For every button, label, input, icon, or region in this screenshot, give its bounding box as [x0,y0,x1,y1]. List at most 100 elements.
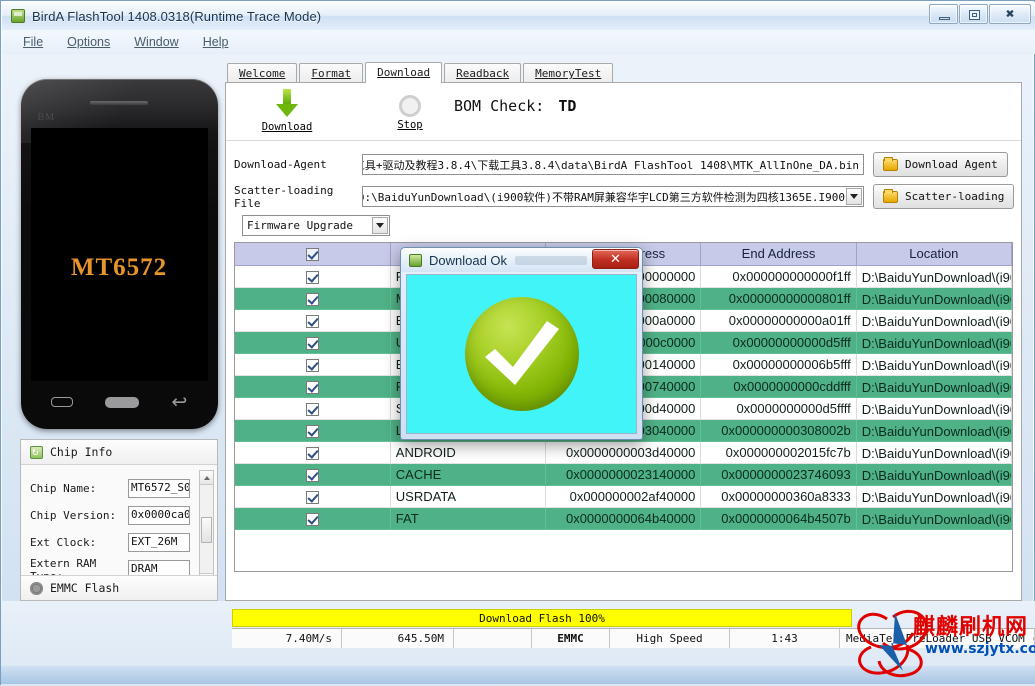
scatter-loading-input[interactable]: D:\BaiduYunDownload\(i900软件)不带RAM屏兼容华宇LC… [362,186,864,207]
cell-end: 0x00000000000d5fff [700,331,857,354]
status-blank [454,629,532,648]
menu-item-options[interactable]: Options [56,32,121,52]
cell-name: USRDATA [390,485,547,508]
dialog-title-bar: Download Ok ✕ [401,248,642,272]
stop-button[interactable]: Stop [378,91,442,131]
row-checkbox-cell[interactable] [235,441,391,464]
checkbox-icon[interactable] [305,512,319,526]
row-checkbox-cell[interactable] [235,397,391,420]
download-agent-input[interactable]: 号工具+驱动及教程3.8.4\下载工具3.8.4\data\BirdA Flas… [362,154,864,175]
extern-ram-type-label: Extern RAM Type: [30,556,97,576]
device-screen: MT6572 [30,128,208,381]
cell-location: D:\BaiduYunDownload\(i900软件)不带RAM屏兼容华宇LC… [856,485,1012,508]
scrollbar-thumb[interactable] [201,517,212,543]
row-checkbox-cell[interactable] [235,265,391,288]
tab-memorytest[interactable]: MemoryTest [523,63,614,83]
column-header-end[interactable]: End Address [700,243,857,266]
row-checkbox-cell[interactable] [235,375,391,398]
device-chip-label: MT6572 [70,254,168,281]
dialog-app-icon [409,253,422,267]
menu-item-file[interactable]: File [12,32,54,52]
scatter-loading-value: D:\BaiduYunDownload\(i900软件)不带RAM屏兼容华宇LC… [362,190,845,204]
row-checkbox-cell[interactable] [235,419,391,442]
tab-readback[interactable]: Readback [444,63,522,83]
checkbox-icon[interactable] [305,424,319,438]
column-header-location[interactable]: Location [856,243,1012,266]
close-button[interactable]: ✖ [989,4,1031,24]
cell-location: D:\BaiduYunDownload\(i900软件)不带RAM屏兼容华宇LC… [856,463,1012,486]
dialog-close-button[interactable]: ✕ [592,249,639,269]
cell-name: CACHE [390,463,547,486]
cell-begin: 0x0000000003d40000 [545,441,702,464]
status-size: 645.50M [342,629,454,648]
tab-format[interactable]: Format [299,63,364,83]
table-row[interactable]: FAT 0x0000000064b40000 0x0000000064b4507b D… [235,507,1012,530]
download-agent-button-label: Download Agent [905,158,998,171]
row-checkbox-cell[interactable] [235,353,391,376]
tab-memorytest-label: MemoryTest [535,67,602,80]
cell-end: 0x000000002015fc7b [700,441,857,464]
cell-location: D:\BaiduYunDownload\(i900软件)不带RAM屏兼容华宇LC… [856,353,1012,376]
checkbox-icon[interactable] [305,446,319,460]
table-row[interactable]: ANDROID 0x0000000003d40000 0x000000002015f… [235,441,1012,464]
chevron-down-icon[interactable] [846,188,862,205]
dialog-title-ghost-text [515,255,588,265]
select-all-header[interactable] [235,243,391,266]
scroll-up-icon[interactable] [200,471,213,485]
folder-icon [883,188,898,203]
cell-location: D:\BaiduYunDownload\(i900软件)不带RAM屏兼容华宇LC… [856,309,1012,332]
menu-item-window[interactable]: Window [123,32,189,52]
emmc-flash-header[interactable]: EMMC Flash [21,575,217,600]
checkbox-icon[interactable] [305,336,319,350]
download-arrow-icon [276,89,298,119]
table-row[interactable]: CACHE 0x0000000023140000 0x000000002374609… [235,463,1012,486]
row-checkbox-cell[interactable] [235,287,391,310]
chip-info-header[interactable]: Chip Info [21,440,217,465]
checkbox-icon[interactable] [305,314,319,328]
cell-end: 0x0000000000cddfff [700,375,857,398]
chip-name-label: Chip Name: [30,482,97,495]
scatter-loading-button-label: Scatter-loading [905,190,1005,203]
menu-item-help[interactable]: Help [192,32,240,52]
download-button[interactable]: Download [250,89,324,133]
window-title: BirdA FlashTool 1408.0318(Runtime Trace … [32,8,322,24]
operation-mode-select[interactable]: Firmware Upgrade [242,215,390,236]
row-checkbox-cell[interactable] [235,331,391,354]
watermark-text: 麒麟刷机网 [913,615,1029,640]
checkbox-icon[interactable] [305,358,319,372]
extern-ram-type-value: DRAM [128,560,190,575]
window-frame: BirdA FlashTool 1408.0318(Runtime Trace … [0,0,1035,686]
checkbox-icon[interactable] [305,248,319,262]
cell-location: D:\BaiduYunDownload\(i900软件)不带RAM屏兼容华宇LC… [856,375,1012,398]
stop-icon [399,95,421,117]
watermark-url: www.szjytx.com [925,641,1035,657]
cell-location: D:\BaiduYunDownload\(i900软件)不带RAM屏兼容华宇LC… [856,331,1012,354]
chevron-down-icon[interactable] [372,217,388,234]
row-checkbox-cell[interactable] [235,485,391,508]
checkbox-icon[interactable] [305,468,319,482]
menu-window-label: Window [134,35,179,49]
tab-download[interactable]: Download [365,62,443,83]
download-agent-label: Download-Agent [234,158,327,171]
checkbox-icon[interactable] [305,380,319,394]
row-checkbox-cell[interactable] [235,507,391,530]
left-panel: BM MT6572 ↩ Chip Info [15,61,223,601]
refresh-chip-icon [30,445,43,459]
checkbox-icon[interactable] [305,270,319,284]
checkbox-icon[interactable] [305,490,319,504]
checkbox-icon[interactable] [305,292,319,306]
gear-icon [30,581,43,595]
tab-welcome-label: Welcome [239,67,286,80]
download-agent-browse-button[interactable]: Download Agent [873,152,1008,177]
minimize-button[interactable] [929,4,958,24]
checkbox-icon[interactable] [305,402,319,416]
scatter-loading-browse-button[interactable]: Scatter-loading [873,184,1015,209]
cell-begin: 0x000000002af40000 [545,485,702,508]
tab-welcome[interactable]: Welcome [227,63,298,83]
maximize-button[interactable] [959,4,988,24]
row-checkbox-cell[interactable] [235,463,391,486]
chip-info-scrollbar[interactable] [199,470,214,588]
table-row[interactable]: USRDATA 0x000000002af40000 0x00000000360a8… [235,485,1012,508]
cell-begin: 0x0000000064b40000 [545,507,702,530]
row-checkbox-cell[interactable] [235,309,391,332]
